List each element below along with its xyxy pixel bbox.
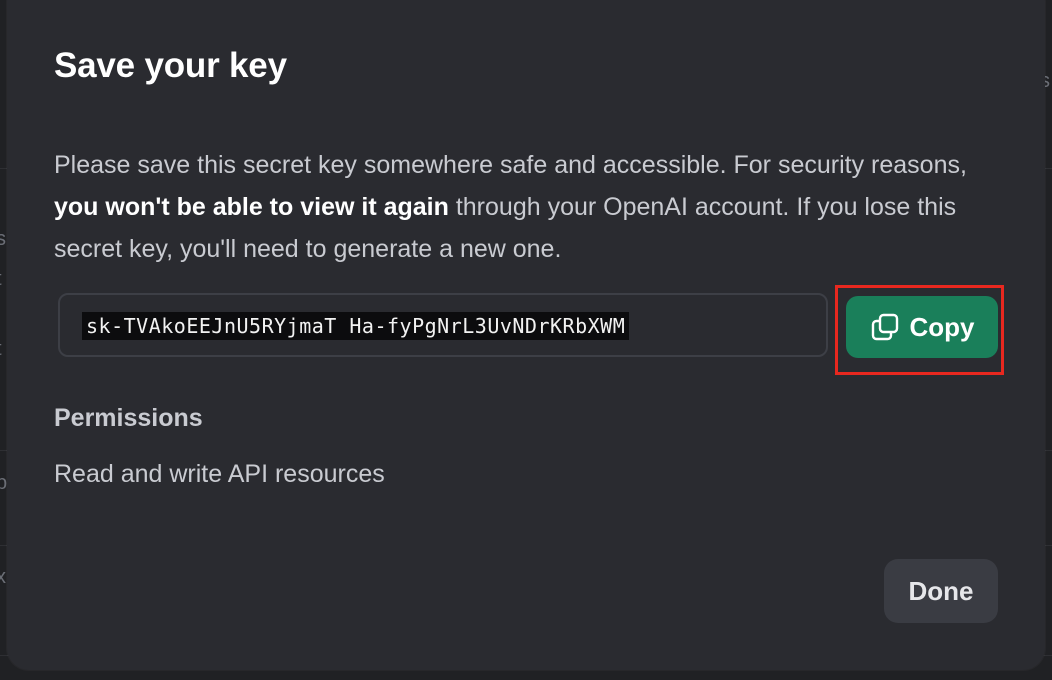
permissions-heading: Permissions [54, 404, 203, 432]
background-text-fragment: x [0, 566, 6, 588]
dialog-description: Please save this secret key somewhere sa… [54, 144, 984, 270]
description-text: Please save this secret key somewhere sa… [54, 151, 967, 179]
secret-key-field[interactable]: sk-TVAkoEEJnU5RYjmaT Ha-fyPgNrL3UvNDrKRb… [58, 293, 828, 357]
secret-key-value[interactable]: sk-TVAkoEEJnU5RYjmaT Ha-fyPgNrL3UvNDrKRb… [82, 312, 630, 340]
copy-icon [870, 312, 900, 342]
description-emphasis: you won't be able to view it again [54, 193, 449, 221]
background-text-fragment: t [0, 338, 2, 361]
background-text-fragment: t [0, 268, 2, 291]
dialog-title: Save your key [54, 46, 287, 85]
permissions-value: Read and write API resources [54, 460, 385, 488]
copy-button-label: Copy [909, 311, 975, 342]
copy-button[interactable]: Copy [846, 296, 998, 358]
background-text-fragment: s [0, 228, 6, 250]
done-button[interactable]: Done [884, 559, 998, 623]
